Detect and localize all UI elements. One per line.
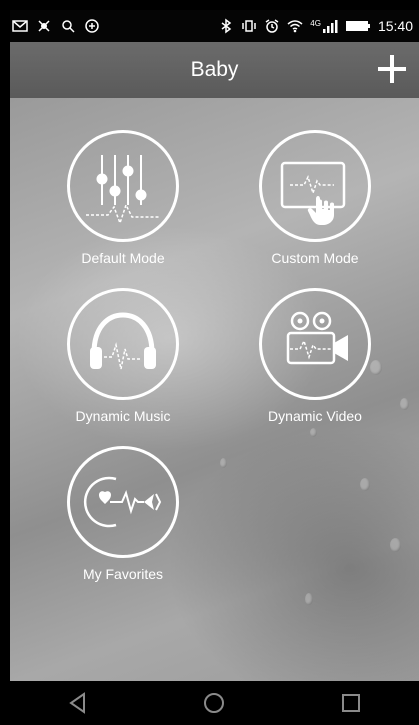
mode-label: Dynamic Video: [268, 408, 362, 424]
mode-label: Custom Mode: [271, 250, 359, 266]
status-bar: 4G 15:40: [10, 10, 419, 42]
heart-arrow-icon: [83, 476, 162, 528]
water-drop: [360, 478, 370, 491]
recents-square-icon[interactable]: [337, 689, 365, 717]
vibrate-icon: [242, 20, 257, 32]
signal-icon: 4G: [310, 18, 338, 34]
notification-icon: [38, 20, 50, 32]
app-bar: Baby: [10, 42, 419, 98]
mode-label: My Favorites: [82, 566, 164, 582]
water-drop: [310, 428, 317, 437]
water-drop: [390, 538, 401, 552]
page-title: Baby: [190, 58, 239, 81]
search-icon: [62, 20, 75, 33]
mail-icon: [12, 20, 28, 32]
water-drop: [305, 593, 313, 605]
wifi-icon: [287, 20, 303, 33]
water-drop: [400, 398, 409, 410]
alarm-icon: [265, 19, 279, 33]
home-circle-icon[interactable]: [200, 689, 228, 717]
mode-dynamic-video[interactable]: Dynamic Video: [235, 288, 395, 424]
touch-screen-icon: [280, 161, 346, 225]
clock: 15:40: [377, 18, 413, 34]
mode-dynamic-music[interactable]: Dynamic Music: [43, 288, 203, 424]
navigation-bar: [10, 681, 419, 725]
battery-icon: [345, 21, 370, 31]
mode-label: Dynamic Music: [75, 408, 171, 424]
video-camera-icon: [286, 311, 348, 365]
mode-default[interactable]: Default Mode: [43, 130, 203, 266]
plus-icon[interactable]: [375, 52, 409, 86]
mode-custom[interactable]: Custom Mode: [235, 130, 395, 266]
network-label: 4G: [310, 19, 321, 28]
bluetooth-icon: [221, 18, 232, 34]
headphones-icon: [90, 312, 156, 370]
water-drop: [220, 458, 227, 468]
app-screen: 4G 15:40 Baby Default Mode Custom Mode D…: [0, 0, 419, 725]
mode-my-favorites[interactable]: My Favorites: [43, 446, 203, 582]
equalizer-sliders-icon: [86, 155, 160, 226]
mode-grid: Default Mode Custom Mode Dynamic Music D…: [10, 98, 419, 681]
back-triangle-icon[interactable]: [64, 689, 92, 717]
app-notification-icon: [85, 19, 99, 33]
mode-label: Default Mode: [81, 250, 165, 266]
